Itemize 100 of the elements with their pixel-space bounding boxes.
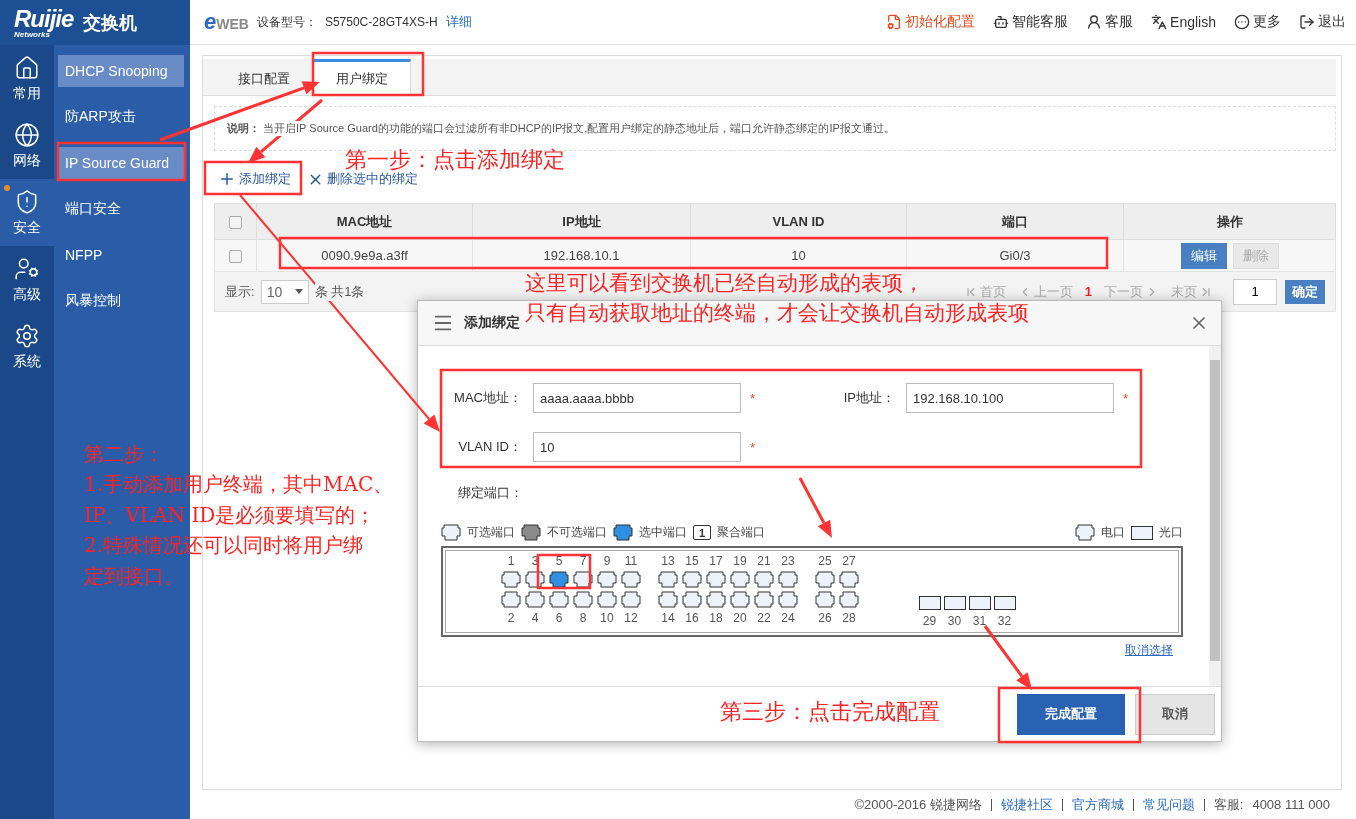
tab[interactable]: 接口配置: [215, 62, 313, 96]
edit-button[interactable]: 编辑: [1180, 242, 1227, 269]
port-icon[interactable]: [658, 591, 678, 608]
nav-rail-label: 常用: [13, 84, 41, 103]
port-number: 25: [818, 554, 832, 568]
nav-rail-item[interactable]: 网络: [0, 112, 54, 179]
fiber-port-icon[interactable]: [968, 596, 991, 610]
required-mark: *: [750, 390, 756, 406]
fiber-port-icon[interactable]: [943, 596, 966, 610]
page-number-field[interactable]: 1: [1233, 278, 1277, 305]
port-icon[interactable]: [525, 591, 545, 608]
detail-link[interactable]: 详细: [445, 13, 472, 31]
port-icon[interactable]: [815, 571, 835, 588]
submenu-item[interactable]: 端口安全: [58, 193, 184, 225]
submenu-item[interactable]: NFPP: [58, 239, 184, 271]
pagination-link[interactable]: 1: [1084, 284, 1092, 299]
submenu-item[interactable]: IP Source Guard: [58, 147, 184, 179]
port-icon[interactable]: [754, 591, 774, 608]
file-gear-icon: [886, 14, 903, 30]
input-field[interactable]: aaaa.aaaa.bbbb: [533, 383, 741, 413]
footer-link[interactable]: 常见问题: [1142, 795, 1195, 814]
nav-rail-item[interactable]: 常用: [0, 45, 54, 112]
go-button[interactable]: 确定: [1285, 279, 1325, 304]
submenu-item[interactable]: 防ARP攻击: [58, 101, 184, 133]
submenu-item[interactable]: 风暴控制: [58, 285, 184, 317]
page-size-select[interactable]: 10: [260, 279, 309, 304]
port-icon[interactable]: [730, 591, 750, 608]
vertical-scrollbar[interactable]: [1209, 346, 1221, 686]
port-number: 28: [842, 611, 856, 625]
port-number: 6: [555, 611, 563, 625]
field-label: VLAN ID：: [457, 438, 522, 456]
legend-label: 光口: [1159, 524, 1183, 541]
column-header: IP地址: [472, 203, 691, 240]
robot-icon: [993, 14, 1010, 30]
port-number: 7: [579, 554, 587, 568]
row-checkbox[interactable]: [229, 250, 242, 264]
clear-selection-link[interactable]: 取消选择: [441, 642, 1173, 659]
logout-icon: [1299, 14, 1315, 30]
port-icon[interactable]: [815, 591, 835, 608]
port-icon[interactable]: [501, 591, 521, 608]
legend-label: 聚合端口: [717, 524, 765, 541]
plus-icon: [218, 170, 236, 188]
port-icon[interactable]: [621, 591, 641, 608]
model-label: 设备型号：: [256, 13, 317, 31]
aggregate-port-icon: 1: [693, 525, 711, 540]
finish-button[interactable]: 完成配置: [1017, 693, 1125, 735]
port-icon[interactable]: [706, 591, 726, 608]
port-section-label: 绑定端口：: [458, 484, 524, 502]
port-icon[interactable]: [682, 571, 702, 588]
port-number: 11: [624, 554, 638, 568]
port-icon[interactable]: [778, 571, 798, 588]
port-icon[interactable]: [597, 591, 617, 608]
header-action[interactable]: English: [1151, 14, 1216, 30]
port-icon[interactable]: [839, 571, 859, 588]
tab[interactable]: 用户绑定: [313, 59, 411, 96]
header-action[interactable]: 退出: [1299, 13, 1346, 31]
annotation-arrow: [983, 625, 1032, 690]
select-all-checkbox[interactable]: [229, 216, 242, 230]
footer-link[interactable]: 官方商城: [1071, 795, 1124, 814]
annotation-text: 只有自动获取地址的终端，才会让交换机自动形成表项: [525, 303, 1029, 324]
nav-rail-item[interactable]: 高级: [0, 246, 54, 313]
footer-link[interactable]: 锐捷社区: [1000, 795, 1053, 814]
port-icon[interactable]: [682, 591, 702, 608]
port-number: 19: [733, 554, 747, 568]
port-icon[interactable]: [778, 591, 798, 608]
port-icon[interactable]: [839, 591, 859, 608]
port-icon[interactable]: [730, 571, 750, 588]
header-action[interactable]: 更多: [1234, 13, 1281, 31]
header-action[interactable]: 初始化配置: [886, 13, 976, 31]
port-number: 21: [757, 554, 771, 568]
port-number: 22: [757, 611, 771, 625]
port-number: 23: [781, 554, 795, 568]
port-icon[interactable]: [597, 571, 617, 588]
port-icon[interactable]: [549, 591, 569, 608]
add-binding-button[interactable]: 添加绑定: [214, 170, 295, 188]
fiber-port-icon[interactable]: [993, 596, 1016, 610]
home-icon: [14, 54, 40, 81]
input-field[interactable]: 192.168.10.100: [906, 383, 1114, 413]
language-icon: [1151, 14, 1168, 30]
cancel-button[interactable]: 取消: [1135, 693, 1215, 735]
nav-rail-item[interactable]: 安全: [0, 179, 54, 246]
nav-rail-item[interactable]: 系统: [0, 313, 54, 380]
port-number: 18: [709, 611, 723, 625]
port-icon[interactable]: [621, 571, 641, 588]
port-icon[interactable]: [549, 571, 569, 588]
port-icon[interactable]: [754, 571, 774, 588]
input-field[interactable]: 10: [533, 432, 741, 462]
port-icon[interactable]: [501, 571, 521, 588]
port-icon[interactable]: [573, 591, 593, 608]
port-icon[interactable]: [658, 571, 678, 588]
annotation-text: 定到接口。: [84, 566, 184, 586]
legend-label: 选中端口: [639, 524, 687, 541]
port-icon[interactable]: [706, 571, 726, 588]
header-action[interactable]: 智能客服: [993, 13, 1069, 31]
submenu-item[interactable]: DHCP Snooping: [58, 55, 184, 87]
port-icon: [1075, 524, 1095, 541]
service-label: 客服:: [1213, 795, 1244, 814]
fiber-port-icon[interactable]: [918, 596, 941, 610]
delete-binding-button[interactable]: 删除选中的绑定: [303, 170, 422, 188]
header-action[interactable]: 客服: [1086, 13, 1134, 31]
